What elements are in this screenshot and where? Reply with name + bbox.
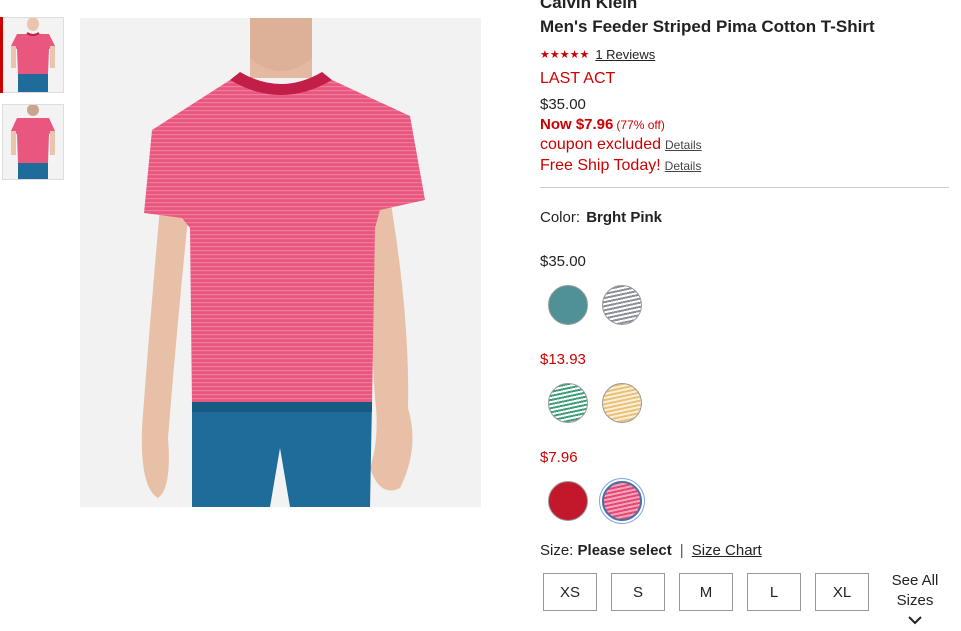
last-act-badge: LAST ACT bbox=[540, 70, 616, 87]
brand-name[interactable]: Calvin Klein bbox=[540, 0, 637, 13]
swatch-gold-stripe[interactable] bbox=[602, 383, 642, 423]
swatch-red[interactable] bbox=[548, 481, 588, 521]
sale-price: Now $7.96 (77% off) bbox=[540, 116, 665, 133]
free-ship-details-link[interactable]: Details bbox=[665, 159, 702, 173]
coupon-text: coupon excluded bbox=[540, 136, 661, 153]
reviews-link[interactable]: 1 Reviews bbox=[595, 47, 655, 62]
color-label: Color: Brght Pink bbox=[540, 209, 662, 226]
rating: ★★★★★ 1 Reviews bbox=[540, 47, 655, 62]
swatch-group-price: $35.00 bbox=[540, 253, 586, 270]
now-price-text: Now $7.96 bbox=[540, 116, 614, 133]
thumbnail-front[interactable] bbox=[0, 17, 64, 93]
swatch-group-price: $13.93 bbox=[540, 351, 586, 368]
size-chart-link[interactable]: Size Chart bbox=[692, 542, 762, 559]
main-product-image[interactable] bbox=[80, 18, 481, 507]
size-option-xl[interactable]: XL bbox=[815, 573, 869, 611]
swatch-green-stripe[interactable] bbox=[548, 383, 588, 423]
thumbnail-back[interactable] bbox=[2, 104, 64, 180]
color-label-text: Color: bbox=[540, 209, 581, 226]
product-title: Men's Feeder Striped Pima Cotton T-Shirt bbox=[540, 17, 875, 36]
chevron-down-icon bbox=[885, 611, 945, 625]
size-option-s[interactable]: S bbox=[611, 573, 665, 611]
size-separator: | bbox=[679, 542, 684, 559]
original-price: $35.00 bbox=[540, 96, 586, 113]
discount-text: (77% off) bbox=[616, 118, 665, 132]
divider bbox=[540, 187, 949, 188]
star-rating-icon: ★★★★★ bbox=[540, 49, 590, 61]
free-ship-promo: Free Ship Today! Details bbox=[540, 157, 701, 175]
swatch-bright-pink[interactable] bbox=[599, 478, 645, 524]
swatch-teal[interactable] bbox=[548, 285, 588, 325]
see-all-sizes-button[interactable]: See All Sizes bbox=[885, 571, 945, 625]
coupon-details-link[interactable]: Details bbox=[665, 138, 702, 152]
see-all-line1: See All bbox=[891, 572, 939, 589]
size-option-m[interactable]: M bbox=[679, 573, 733, 611]
selected-color: Brght Pink bbox=[586, 209, 663, 226]
coupon-promo: coupon excluded Details bbox=[540, 136, 702, 154]
size-option-xs[interactable]: XS bbox=[543, 573, 597, 611]
swatch-group-price: $7.96 bbox=[540, 449, 578, 466]
swatch-grey-stripe[interactable] bbox=[602, 285, 642, 325]
thumbnail-list bbox=[0, 17, 64, 191]
size-option-l[interactable]: L bbox=[747, 573, 801, 611]
size-value: Please select bbox=[577, 542, 672, 559]
size-label: Size: bbox=[540, 542, 574, 559]
size-selector-label: Size: Please select | Size Chart bbox=[540, 542, 762, 559]
free-ship-text: Free Ship Today! bbox=[540, 157, 661, 174]
see-all-line2: Sizes bbox=[896, 592, 934, 609]
